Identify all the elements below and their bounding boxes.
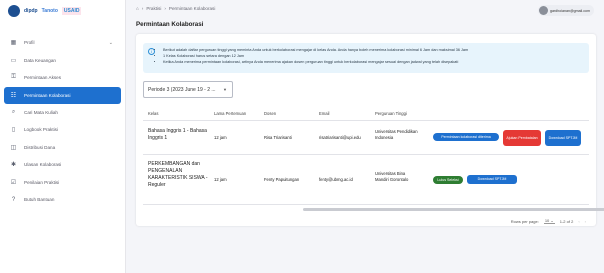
- sidebar-item-label: Ulasan Kolaborasi: [24, 162, 62, 167]
- sidebar: dipdp Tanoto USAID ▦ Profil ⌄ ▭ Data Keu…: [0, 0, 126, 273]
- search-icon: ⌕: [11, 108, 16, 115]
- user-menu[interactable]: gardhoianan@gmail.com: [537, 5, 594, 16]
- sidebar-item-data-keuangan[interactable]: ▭ Data Keuangan: [0, 52, 125, 69]
- sidebar-item-ulasan-kolaborasi[interactable]: ✱ Ulasan Kolaborasi: [0, 156, 125, 173]
- page-range: 1-2 of 2: [559, 218, 574, 224]
- key-icon: ⚿: [11, 74, 16, 80]
- cell-dosen: Fenty Papuitungan: [264, 177, 300, 182]
- pagination: Rows per page: 10 ⌄ 1-2 of 2 ‹ ›: [511, 218, 586, 224]
- status-badge: Lulus Seleksi: [433, 176, 463, 184]
- sidebar-item-penilaian-praktisi[interactable]: ☑ Penilaian Praktisi: [0, 174, 125, 191]
- help-icon: ?: [11, 196, 16, 203]
- sidebar-item-label: Penilaian Praktisi: [24, 179, 60, 185]
- sidebar-item-permintaan-kolaborasi[interactable]: ☷ Permintaan Kolaborasi: [4, 86, 121, 104]
- sidebar-item-cari-mata-kuliah[interactable]: ⌕ Cari Mata Kuliah: [0, 104, 125, 121]
- sidebar-item-label: Profil: [24, 40, 35, 45]
- table-header: Kelas Lama Pertemuan Dosen Email Perguru…: [143, 106, 589, 121]
- sidebar-item-profil[interactable]: ▦ Profil ⌄: [0, 34, 125, 51]
- prev-page-button[interactable]: ‹: [578, 219, 579, 224]
- info-alert: i Berikut adalah daftar perguruan tinggi…: [143, 43, 589, 73]
- logo-b: Tanoto: [41, 8, 58, 14]
- sidebar-item-label: Permintaan Akses: [24, 75, 62, 80]
- table-row: Bahasa Inggris 1 - Bahasa Inggris 1 12 j…: [143, 121, 589, 155]
- user-email: gardhoianan@gmail.com: [549, 8, 590, 13]
- sidebar-item-label: Logbook Praktisi: [24, 127, 58, 132]
- gear-icon: ✱: [10, 162, 17, 168]
- check-icon: ☑: [10, 179, 17, 186]
- info-list: Berikut adalah daftar perguruan tinggi y…: [163, 47, 468, 66]
- status-badge: Permintaan kolaborasi diterima: [433, 133, 499, 141]
- chevron-down-icon[interactable]: ⌄: [109, 40, 113, 46]
- people-icon: ☷: [10, 92, 17, 99]
- sidebar-item-label: Cari Mata Kuliah: [24, 109, 58, 115]
- period-select[interactable]: Periode 3 (2023 June 19 - 2 ... ▼: [143, 81, 233, 98]
- breadcrumb-separator: ›: [141, 6, 144, 11]
- download-sptjm-button[interactable]: Download SPTJM: [545, 130, 581, 146]
- sidebar-item-distribusi-dana[interactable]: ◫ Distribusi Dana: [0, 139, 125, 156]
- header-kelas: Kelas: [148, 110, 159, 116]
- table-row: PERKEMBANGAN dan PENGENALAN KARAKTERISTI…: [143, 155, 589, 205]
- collaboration-table: Kelas Lama Pertemuan Dosen Email Perguru…: [143, 106, 589, 205]
- page-title: Permintaan Kolaborasi: [136, 21, 204, 28]
- sidebar-nav: ▦ Profil ⌄ ▭ Data Keuangan ⚿ Permintaan …: [0, 34, 125, 208]
- header-pt: Perguruan Tinggi: [375, 110, 407, 116]
- rows-per-page-value: 10: [544, 218, 550, 223]
- next-page-button[interactable]: ›: [585, 219, 586, 224]
- header-email: Email: [319, 110, 330, 116]
- sidebar-item-permintaan-akses[interactable]: ⚿ Permintaan Akses: [0, 69, 125, 86]
- breadcrumb-praktisi[interactable]: Praktisi: [146, 6, 161, 11]
- cell-email: risatriarisanti@upi.edu: [319, 135, 361, 140]
- rows-per-page-select[interactable]: 10 ⌄: [543, 218, 555, 224]
- home-icon[interactable]: ⌂: [136, 6, 139, 11]
- cancel-request-button[interactable]: Ajukan Pembatalan: [503, 130, 541, 146]
- info-item: Ketika Anda menerima permintaan kolabora…: [163, 59, 468, 65]
- money-icon: ◫: [10, 144, 17, 151]
- topbar: ⌂ › Praktisi › Permintaan Kolaborasi Per…: [126, 0, 604, 28]
- sidebar-item-butuh-bantuan[interactable]: ? Butuh Bantuan: [0, 191, 125, 208]
- download-sptjm-button[interactable]: Download SPTJM: [467, 175, 517, 184]
- cell-pt: Universitas Pendidikan Indonesia: [375, 129, 418, 140]
- breadcrumb-current: Permintaan Kolaborasi: [168, 6, 216, 11]
- rows-per-page-label: Rows per page:: [510, 218, 539, 224]
- cell-dosen: Risa Triarisanti: [264, 135, 292, 140]
- logo-bar: dipdp Tanoto USAID: [0, 0, 125, 22]
- sidebar-item-label: Data Keuangan: [24, 57, 56, 63]
- breadcrumb-separator: ›: [164, 6, 166, 11]
- dipdp-logo: [8, 5, 20, 17]
- horizontal-scrollbar[interactable]: [303, 208, 604, 211]
- grid-icon: ▦: [10, 40, 17, 46]
- cell-lama: 12 jam: [214, 177, 227, 182]
- cell-lama: 12 jam: [214, 135, 227, 140]
- cell-kelas: PERKEMBANGAN dan PENGENALAN KARAKTERISTI…: [148, 161, 208, 188]
- header-dosen: Dosen: [264, 110, 277, 116]
- logo-a: dipdp: [24, 8, 38, 14]
- period-select-value: Periode 3 (2023 June 19 - 2 ...: [148, 86, 216, 93]
- breadcrumb: ⌂ › Praktisi › Permintaan Kolaborasi: [136, 6, 215, 11]
- cell-pt: Universitas Bina Mandiri Gorontalo: [375, 171, 409, 182]
- caret-down-icon: ▼: [223, 87, 227, 92]
- cell-email: fenty@ubmg.ac.id: [319, 177, 353, 182]
- cell-kelas: Bahasa Inggris 1 - Bahasa Inggris 1: [148, 128, 207, 141]
- sidebar-item-logbook[interactable]: ▯ Logbook Praktisi: [0, 121, 125, 138]
- header-lama: Lama Pertemuan: [214, 110, 247, 116]
- avatar: [538, 6, 548, 15]
- sidebar-item-label: Permintaan Kolaborasi: [24, 92, 71, 98]
- sidebar-item-label: Butuh Bantuan: [24, 197, 55, 202]
- sidebar-item-label: Distribusi Dana: [24, 144, 56, 150]
- book-icon: ▯: [11, 127, 16, 133]
- card-icon: ▭: [10, 57, 17, 64]
- logo-c: USAID: [61, 7, 82, 15]
- main-card: i Berikut adalah daftar perguruan tinggi…: [136, 34, 604, 226]
